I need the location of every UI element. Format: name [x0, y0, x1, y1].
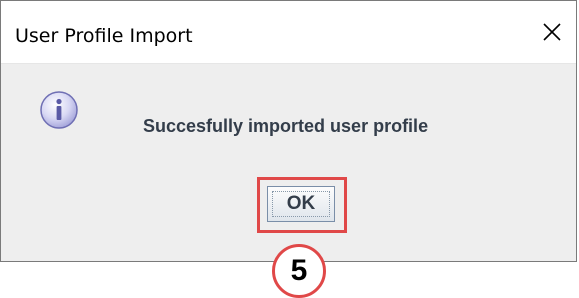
close-button[interactable] [528, 1, 576, 63]
dialog-title: User Profile Import [15, 25, 193, 47]
status-message: Succesfully imported user profile [143, 116, 429, 136]
dialog-content: Succesfully imported user profile OK [1, 64, 576, 261]
import-dialog: User Profile Import Succesfully imported… [0, 0, 577, 262]
close-icon [543, 23, 561, 41]
ok-button[interactable]: OK [267, 186, 335, 222]
step-number-badge: 5 [272, 244, 326, 298]
info-icon [40, 91, 78, 129]
ok-button-label: OK [286, 193, 316, 214]
title-bar: User Profile Import [1, 1, 576, 64]
